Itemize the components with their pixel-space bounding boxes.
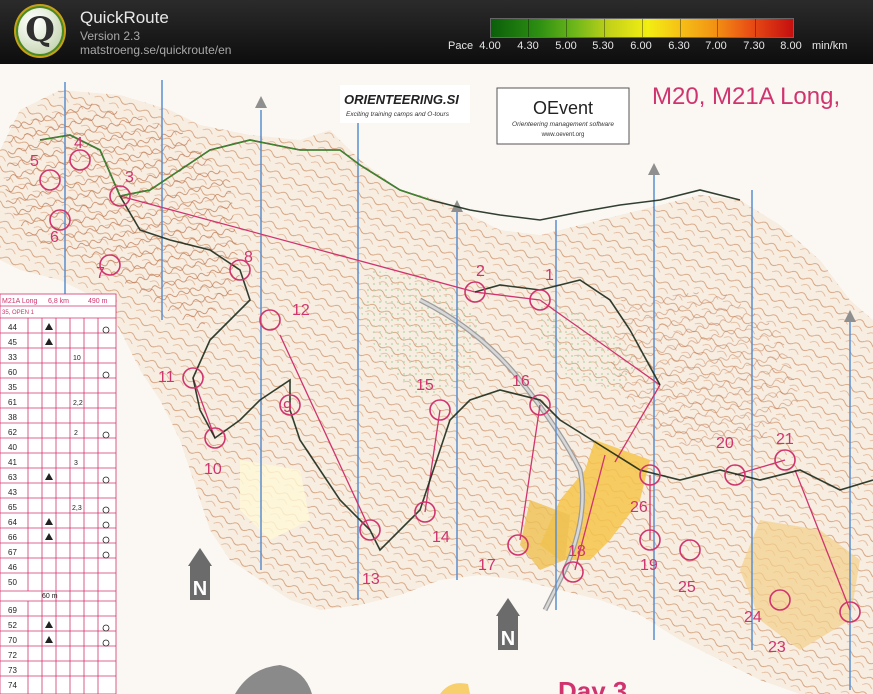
control-number: 1	[545, 267, 554, 284]
orienteering-map-viewport[interactable]: 1 2 3 4 5 6 7 8 9 10 11 12 13 14 15 16 1…	[0, 64, 873, 694]
control-number: 13	[362, 571, 380, 588]
pace-value: 4.00	[479, 40, 501, 52]
table-note: 3	[74, 460, 78, 467]
control-number: 3	[125, 169, 134, 186]
control-number: 8	[244, 249, 253, 266]
control-code: 50	[8, 578, 17, 587]
control-number: 24	[744, 609, 762, 626]
north-marker-label: N	[193, 578, 207, 600]
control-number: 10	[204, 461, 222, 478]
control-code: 66	[8, 533, 17, 542]
quickroute-window: Q QuickRoute Version 2.3 matstroeng.se/q…	[0, 0, 873, 694]
control-number: 7	[96, 265, 105, 282]
control-code: 62	[8, 428, 17, 437]
pace-value: 7.00	[705, 40, 727, 52]
control-number: 16	[512, 373, 530, 390]
app-title: QuickRoute	[80, 8, 169, 27]
control-code: 63	[8, 473, 17, 482]
control-code: 70	[8, 636, 17, 645]
control-number: 18	[568, 543, 586, 560]
control-number: 15	[416, 377, 434, 394]
control-code: 40	[8, 443, 17, 452]
control-code: 33	[8, 353, 17, 362]
control-number: 25	[678, 579, 696, 596]
control-number: 17	[478, 557, 496, 574]
table-course: M21A Long	[2, 298, 38, 305]
pace-value: 8.00	[780, 40, 802, 52]
control-number: 23	[768, 639, 786, 656]
control-number: 12	[292, 302, 310, 319]
map-day-label: Day 3	[558, 676, 627, 694]
pace-value: 5.30	[592, 40, 614, 52]
control-code: 46	[8, 563, 17, 572]
control-code: 67	[8, 548, 17, 557]
table-climb: 490 m	[88, 298, 108, 305]
control-number: 2	[476, 263, 485, 280]
app-version: Version 2.3	[80, 29, 141, 43]
control-code: 61	[8, 398, 17, 407]
map-course-title: M20, M21A Long,	[652, 83, 840, 110]
control-code: 69	[8, 606, 17, 615]
quickroute-logo-icon: Q	[18, 8, 62, 54]
control-code: 60	[8, 368, 17, 377]
pace-value: 7.30	[743, 40, 765, 52]
pace-value: 5.00	[555, 40, 577, 52]
table-subheader: 35, OPEN 1	[2, 310, 35, 316]
table-note: 10	[73, 355, 81, 362]
table-note: 2	[74, 430, 78, 437]
table-note: 2,3	[72, 505, 82, 512]
control-number: 19	[640, 557, 658, 574]
control-code: 73	[8, 666, 17, 675]
control-code: 35	[8, 383, 17, 392]
control-code: 41	[8, 458, 17, 467]
orienteering-map[interactable]: 1 2 3 4 5 6 7 8 9 10 11 12 13 14 15 16 1…	[0, 64, 873, 694]
control-code: 44	[8, 323, 17, 332]
table-note: 2,2	[73, 400, 83, 407]
control-code: 45	[8, 338, 17, 347]
sponsor2-title: OEvent	[533, 98, 593, 118]
app-header: Q QuickRoute Version 2.3 matstroeng.se/q…	[0, 0, 873, 64]
control-code: 74	[8, 681, 17, 690]
table-length: 6,8 km	[48, 298, 69, 305]
control-number: 6	[50, 229, 59, 246]
control-code: 38	[8, 413, 17, 422]
control-description-table: M21A Long 6,8 km 490 m 35, OPEN 1 44 45 …	[0, 293, 117, 694]
control-code: 64	[8, 518, 17, 527]
control-number: 4	[74, 135, 83, 152]
control-code: 43	[8, 488, 17, 497]
north-marker-label: N	[501, 628, 515, 650]
pace-value: 4.30	[517, 40, 539, 52]
pace-color-scale	[490, 18, 794, 38]
pace-unit: min/km	[812, 40, 848, 52]
sponsor2-url: www.oevent.org	[541, 132, 585, 138]
logo-letter: Q	[25, 10, 55, 50]
sponsor1-title: ORIENTEERING.SI	[344, 92, 459, 107]
table-footer-distance: 60 m	[42, 593, 58, 600]
control-number: 5	[30, 153, 39, 170]
sponsor1-subtitle: Exciting training camps and O-tours	[346, 111, 450, 118]
control-code: 52	[8, 621, 17, 630]
sponsor-oevent: OEvent Orienteering management software …	[496, 87, 630, 145]
control-number: 20	[716, 435, 734, 452]
pace-value: 6.00	[630, 40, 652, 52]
control-number: 21	[776, 431, 794, 448]
control-number: 14	[432, 529, 450, 546]
pace-value: 6.30	[668, 40, 690, 52]
sponsor2-subtitle: Orienteering management software	[512, 121, 614, 128]
control-code: 72	[8, 651, 17, 660]
sponsor-orienteering-si: ORIENTEERING.SI Exciting training camps …	[340, 85, 470, 123]
control-number: 26	[630, 499, 648, 516]
control-number: 9	[283, 399, 292, 416]
app-url[interactable]: matstroeng.se/quickroute/en	[80, 43, 231, 57]
control-code: 65	[8, 503, 17, 512]
control-number: 11	[158, 369, 175, 386]
